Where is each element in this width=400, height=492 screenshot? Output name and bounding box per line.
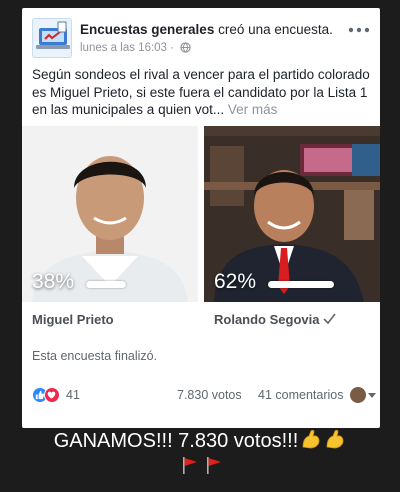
post-timestamp[interactable]: lunes a las 16:03 (80, 42, 167, 54)
red-triangular-flag-emoji (207, 457, 221, 474)
story-caption: GANAMOS!!! 7.830 votos!!! (0, 428, 400, 480)
flexed-biceps-emoji (302, 429, 320, 449)
caption-line-1: GANAMOS!!! 7.830 votos!!! (0, 428, 400, 454)
poll-options: 38% 62% (22, 126, 380, 302)
percent-bar-miguel-prieto (86, 281, 126, 288)
flexed-biceps-emoji (326, 429, 344, 449)
poll-option-names: Miguel Prieto Rolando Segovia (22, 312, 380, 330)
poll-option-miguel-prieto[interactable]: 38% (22, 126, 198, 302)
globe-icon (180, 42, 191, 53)
checkmark-icon (323, 313, 337, 325)
post-body-text: Según sondeos el rival a vencer para el … (32, 67, 370, 117)
post-action-text: creó una encuesta. (218, 22, 333, 37)
survey-laptop-icon (36, 21, 70, 49)
comments-count-link[interactable]: 41 comentarios (258, 388, 343, 402)
post-author-line: Encuestas generales creó una encuesta. (80, 22, 333, 37)
post-header: Encuestas generales creó una encuesta. l… (32, 18, 370, 64)
see-more-link[interactable]: Ver más (228, 102, 278, 117)
more-dots-icon (348, 27, 370, 33)
love-reaction-icon (44, 387, 60, 403)
poll-status: Esta encuesta finalizó. (32, 349, 158, 363)
reaction-count: 41 (66, 388, 80, 402)
percent-bar-rolando-segovia (268, 281, 334, 288)
post-meta: lunes a las 16:03 · (80, 42, 191, 54)
caption-text: GANAMOS!!! 7.830 votos!!! (53, 430, 299, 452)
viewer-avatar[interactable] (350, 387, 366, 403)
percent-label-miguel-prieto: 38% (32, 270, 75, 293)
post-text: Según sondeos el rival a vencer para el … (32, 66, 372, 119)
poll-option-rolando-segovia[interactable]: 62% (204, 126, 380, 302)
option-name-rolando-segovia: Rolando Segovia (214, 312, 320, 327)
caption-line-2 (0, 454, 400, 480)
percent-label-rolando-segovia: 62% (214, 270, 257, 293)
more-options-button[interactable] (348, 22, 370, 33)
option-name-miguel-prieto: Miguel Prieto (32, 312, 114, 327)
option-name-rolando-segovia-wrap: Rolando Segovia (214, 312, 337, 327)
post-footer: 41 7.830 votos 41 comentarios (32, 387, 376, 405)
author-name-link[interactable]: Encuestas generales (80, 22, 214, 37)
poll-post-card: Encuestas generales creó una encuesta. l… (22, 8, 380, 428)
votes-count-link[interactable]: 7.830 votos (177, 388, 242, 402)
chevron-down-icon[interactable] (368, 393, 376, 398)
page-avatar[interactable] (32, 18, 72, 58)
red-triangular-flag-emoji (183, 457, 197, 474)
